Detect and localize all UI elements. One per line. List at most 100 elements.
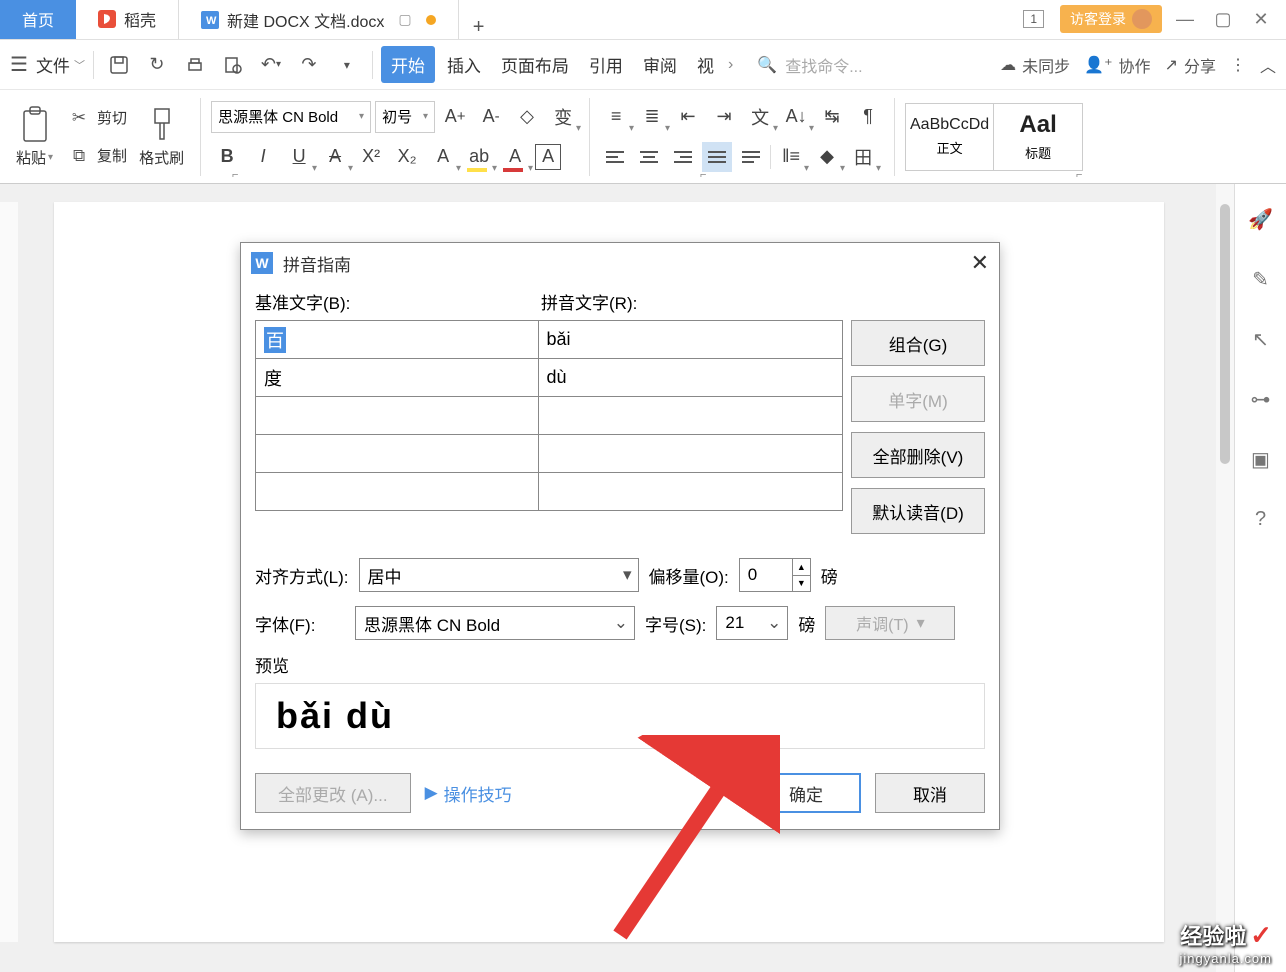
base-cell-3[interactable] bbox=[256, 435, 539, 473]
print-preview-icon[interactable] bbox=[216, 48, 250, 82]
menu-review[interactable]: 审阅 bbox=[635, 48, 685, 81]
new-tab-button[interactable]: + bbox=[459, 16, 499, 39]
tab-button[interactable]: ↹ bbox=[816, 100, 848, 134]
scroll-thumb[interactable] bbox=[1220, 204, 1230, 464]
decrease-indent-button[interactable]: ⇤ bbox=[672, 100, 704, 134]
text-effect-button[interactable]: A▾ bbox=[427, 140, 459, 174]
font-color-button[interactable]: A▾ bbox=[499, 140, 531, 174]
paste-button[interactable]: 粘贴▾ bbox=[10, 105, 59, 168]
style-body[interactable]: AaBbCcDd 正文 bbox=[906, 104, 994, 170]
menu-ref[interactable]: 引用 bbox=[581, 48, 631, 81]
file-menu[interactable]: 文件﹀ bbox=[36, 52, 85, 77]
hamburger-icon[interactable]: ☰ bbox=[10, 52, 28, 77]
menu-start[interactable]: 开始 bbox=[381, 46, 435, 83]
combine-button[interactable]: 组合(G) bbox=[851, 320, 985, 366]
styles-gallery[interactable]: AaBbCcDd 正文 Aal 标题 bbox=[905, 103, 1083, 171]
cursor-icon[interactable]: ↖ bbox=[1246, 324, 1276, 354]
size-combo[interactable]: 21 ⌄ bbox=[716, 606, 788, 640]
align-center-button[interactable] bbox=[634, 142, 664, 172]
border-button[interactable]: 田▾ bbox=[847, 140, 879, 174]
spin-up-icon[interactable]: ▲ bbox=[793, 559, 810, 576]
format-painter-button[interactable]: 格式刷 bbox=[133, 105, 190, 168]
menu-view[interactable]: 视 bbox=[689, 48, 722, 81]
phonetic-guide-button[interactable]: 变▾ bbox=[547, 100, 579, 134]
delete-all-button[interactable]: 全部删除(V) bbox=[851, 432, 985, 478]
help-icon[interactable]: ? bbox=[1246, 504, 1276, 534]
window-count-badge[interactable]: 1 bbox=[1023, 10, 1044, 28]
base-cell-1[interactable]: 度 bbox=[256, 359, 539, 397]
ruby-cell-0[interactable]: bǎi bbox=[539, 321, 842, 359]
number-list-button[interactable]: ≣▾ bbox=[636, 100, 668, 134]
share-button[interactable]: ↗分享 bbox=[1165, 53, 1216, 77]
sync-status[interactable]: ☁未同步 bbox=[1000, 53, 1070, 77]
command-search[interactable]: 🔍 查找命令... bbox=[757, 53, 862, 77]
superscript-button[interactable]: X² bbox=[355, 140, 387, 174]
tab-daoke[interactable]: 稻壳 bbox=[76, 0, 178, 39]
maximize-button[interactable]: ▢ bbox=[1208, 4, 1238, 34]
collapse-ribbon-icon[interactable]: ︿ bbox=[1260, 53, 1276, 77]
more-tabs-icon[interactable]: › bbox=[728, 56, 733, 74]
char-border-button[interactable]: A bbox=[535, 144, 561, 170]
refresh-icon[interactable]: ↻ bbox=[140, 48, 174, 82]
cut-button[interactable]: ✂剪切 bbox=[65, 104, 127, 132]
spin-down-icon[interactable]: ▼ bbox=[793, 576, 810, 592]
show-marks-button[interactable]: ¶ bbox=[852, 100, 884, 134]
collab-button[interactable]: 👤⁺协作 bbox=[1084, 53, 1150, 77]
close-window-button[interactable]: ✕ bbox=[1246, 4, 1276, 34]
rocket-icon[interactable]: 🚀 bbox=[1246, 204, 1276, 234]
redo-button[interactable]: ↷ bbox=[292, 48, 326, 82]
sort-button[interactable]: A↓▾ bbox=[780, 100, 812, 134]
font-family-select[interactable]: 思源黑体 CN Bold▾ bbox=[211, 101, 371, 133]
tab-document[interactable]: W 新建 DOCX 文档.docx ▢ bbox=[178, 0, 459, 39]
subscript-button[interactable]: X₂ bbox=[391, 140, 423, 174]
vertical-scrollbar[interactable] bbox=[1216, 184, 1234, 972]
decrease-font-button[interactable]: A- bbox=[475, 100, 507, 134]
pencil-icon[interactable]: ✎ bbox=[1246, 264, 1276, 294]
settings-slider-icon[interactable]: ⊶ bbox=[1246, 384, 1276, 414]
base-cell-4[interactable] bbox=[256, 473, 539, 511]
strike-button[interactable]: A▾ bbox=[319, 140, 351, 174]
copy-button[interactable]: ⧉复制 bbox=[65, 142, 127, 170]
bullet-list-button[interactable]: ≡▾ bbox=[600, 100, 632, 134]
ruby-cell-2[interactable] bbox=[539, 397, 842, 435]
default-reading-button[interactable]: 默认读音(D) bbox=[851, 488, 985, 534]
align-distribute-button[interactable] bbox=[736, 142, 766, 172]
bold-button[interactable]: B bbox=[211, 140, 243, 174]
align-justify-button[interactable] bbox=[702, 142, 732, 172]
print-icon[interactable] bbox=[178, 48, 212, 82]
font-expand-icon[interactable]: ⌐ bbox=[700, 169, 706, 181]
para-expand-icon[interactable]: ⌐ bbox=[1076, 169, 1082, 181]
tips-link[interactable]: ▶ 操作技巧 bbox=[425, 781, 512, 806]
align-combo[interactable]: 居中 ▾ bbox=[359, 558, 639, 592]
menu-layout[interactable]: 页面布局 bbox=[493, 48, 577, 81]
font-combo[interactable]: 思源黑体 CN Bold ⌄ bbox=[355, 606, 635, 640]
line-spacing-button[interactable]: ‖≡▾ bbox=[775, 140, 807, 174]
italic-button[interactable]: I bbox=[247, 140, 279, 174]
cancel-button[interactable]: 取消 bbox=[875, 773, 985, 813]
minimize-button[interactable]: — bbox=[1170, 4, 1200, 34]
more-menu[interactable]: ⋮ bbox=[1230, 55, 1246, 75]
undo-button[interactable]: ↶▾ bbox=[254, 48, 288, 82]
align-left-button[interactable] bbox=[600, 142, 630, 172]
save-icon[interactable] bbox=[102, 48, 136, 82]
guest-login-button[interactable]: 访客登录 bbox=[1060, 5, 1162, 33]
tab-restore-icon[interactable]: ▢ bbox=[398, 11, 411, 28]
base-cell-0[interactable]: 百 bbox=[256, 321, 539, 359]
archive-icon[interactable]: ▣ bbox=[1246, 444, 1276, 474]
ok-button[interactable]: 确定 bbox=[751, 773, 861, 813]
align-right-button[interactable] bbox=[668, 142, 698, 172]
text-direction-button[interactable]: 文▾ bbox=[744, 100, 776, 134]
clear-format-button[interactable]: ◇ bbox=[511, 100, 543, 134]
base-cell-2[interactable] bbox=[256, 397, 539, 435]
increase-indent-button[interactable]: ⇥ bbox=[708, 100, 740, 134]
offset-input[interactable]: 0 ▲▼ bbox=[739, 558, 811, 592]
font-size-select[interactable]: 初号▾ bbox=[375, 101, 435, 133]
underline-button[interactable]: U▾ bbox=[283, 140, 315, 174]
shading-button[interactable]: ◆▾ bbox=[811, 140, 843, 174]
ruby-cell-4[interactable] bbox=[539, 473, 842, 511]
style-heading[interactable]: Aal 标题 bbox=[994, 104, 1082, 170]
ruby-cell-1[interactable]: dù bbox=[539, 359, 842, 397]
tab-home[interactable]: 首页 bbox=[0, 0, 76, 39]
highlight-button[interactable]: ab▾ bbox=[463, 140, 495, 174]
increase-font-button[interactable]: A+ bbox=[439, 100, 471, 134]
